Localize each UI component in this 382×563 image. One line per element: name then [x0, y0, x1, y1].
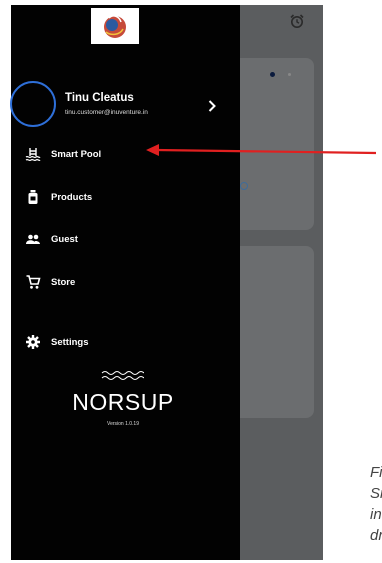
- figure-caption: Fi Sr in dr: [370, 464, 382, 544]
- annotation-arrow: [146, 144, 377, 156]
